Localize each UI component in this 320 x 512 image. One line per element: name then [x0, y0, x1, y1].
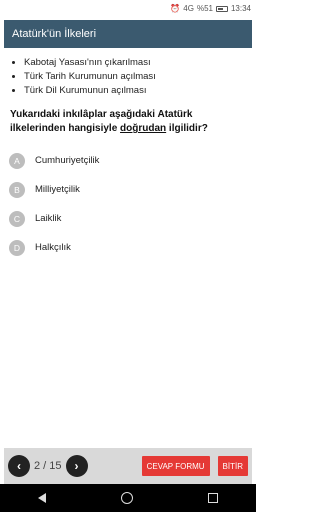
option-label: Halkçılık [35, 242, 71, 253]
page-indicator: 2 / 15 [34, 460, 62, 472]
premise-list: Kabotaj Yasası'nın çıkarılması Türk Tari… [4, 56, 252, 98]
premise-item: Kabotaj Yasası'nın çıkarılması [24, 56, 252, 70]
battery-percent: %51 [196, 4, 213, 13]
system-navigation-bar [0, 484, 256, 512]
clock: 13:34 [230, 4, 251, 13]
option-a[interactable]: A Cumhuriyetçilik [4, 146, 252, 175]
option-letter: D [9, 239, 25, 256]
option-letter: A [9, 152, 25, 169]
option-c[interactable]: C Laiklik [4, 204, 252, 233]
status-bar: ⏰ 4G %51 13:34 [0, 0, 256, 17]
option-b[interactable]: B Milliyetçilik [4, 175, 252, 204]
back-icon[interactable] [37, 493, 46, 503]
option-d[interactable]: D Halkçılık [4, 233, 252, 262]
signal-icon: 4G [183, 4, 194, 13]
bottom-bar: ‹ 2 / 15 › CEVAP FORMU BİTİR [4, 448, 252, 484]
answer-options: A Cumhuriyetçilik B Milliyetçilik C Laik… [4, 146, 252, 262]
answer-form-button[interactable]: CEVAP FORMU [141, 456, 210, 476]
finish-button[interactable]: BİTİR [217, 456, 248, 476]
question-text: Yukarıdaki inkılâplar aşağıdaki Atatürk … [10, 108, 246, 136]
option-label: Cumhuriyetçilik [35, 155, 100, 166]
option-letter: C [9, 210, 25, 227]
home-icon[interactable] [120, 492, 133, 504]
premise-item: Türk Tarih Kurumunun açılması [24, 70, 252, 84]
page-title: Atatürk'ün İlkeleri [12, 28, 97, 40]
option-label: Laiklik [35, 213, 62, 224]
battery-icon [215, 5, 228, 12]
premise-item: Türk Dil Kurumunun açılması [24, 84, 252, 98]
alarm-icon: ⏰ [170, 4, 181, 13]
chevron-right-icon[interactable]: › [65, 455, 88, 477]
option-label: Milliyetçilik [35, 184, 80, 195]
question-underlined: doğrudan [120, 123, 167, 134]
chevron-left-icon[interactable]: ‹ [8, 455, 30, 477]
option-letter: B [9, 181, 25, 198]
question-part2: ilgilidir? [166, 123, 208, 134]
question-content: Kabotaj Yasası'nın çıkarılması Türk Tari… [4, 48, 252, 448]
app-header: Atatürk'ün İlkeleri [4, 20, 252, 48]
recents-icon[interactable] [208, 493, 219, 503]
